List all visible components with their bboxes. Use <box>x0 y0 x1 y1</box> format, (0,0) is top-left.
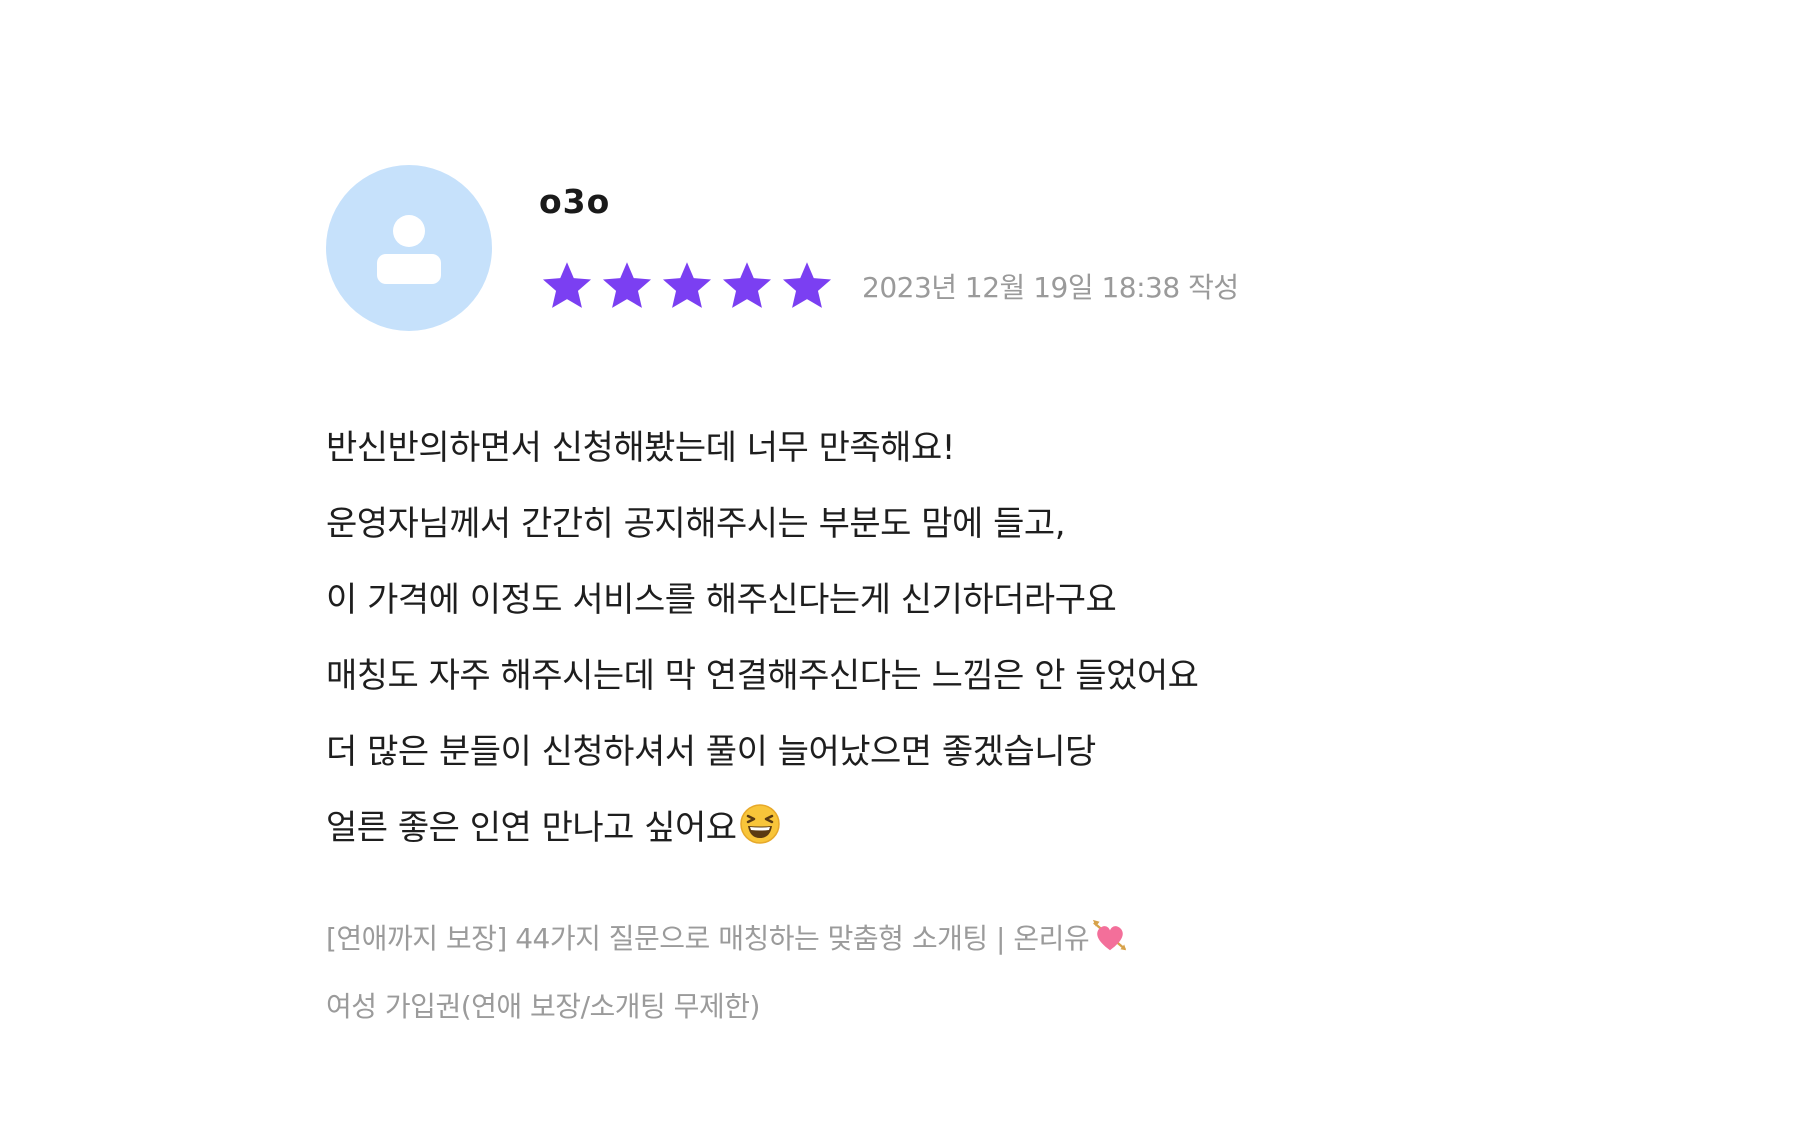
heart-with-arrow-icon <box>1093 919 1127 951</box>
grinning-squinting-face-icon <box>739 804 780 844</box>
review-text-line: 반신반의하면서 신청해봤는데 너무 만족해요! <box>326 410 1476 486</box>
rating-row: 2023년 12월 19일 18:38 작성 <box>538 258 1239 314</box>
product-info: [연애까지 보장] 44가지 질문으로 매칭하는 맞춤형 소개팅 | 온리유 여… <box>326 905 1476 1041</box>
review-text: 반신반의하면서 신청해봤는데 너무 만족해요! <box>326 428 955 468</box>
review-body: 반신반의하면서 신청해봤는데 너무 만족해요! 운영자님께서 간간히 공지해주시는… <box>326 410 1476 866</box>
review-text: 매칭도 자주 해주시는데 막 연결해주신다는 느낌은 안 들었어요 <box>326 656 1199 696</box>
review-text: 얼른 좋은 인연 만나고 싶어요 <box>326 808 737 848</box>
product-title-text: [연애까지 보장] 44가지 질문으로 매칭하는 맞춤형 소개팅 | 온리유 <box>326 922 1090 955</box>
review-text-line: 이 가격에 이정도 서비스를 해주신다는게 신기하더라구요 <box>326 562 1476 638</box>
review-text-line: 운영자님께서 간간히 공지해주시는 부분도 맘에 들고, <box>326 486 1476 562</box>
review-text: 이 가격에 이정도 서비스를 해주신다는게 신기하더라구요 <box>326 580 1117 620</box>
product-option: 여성 가입권(연애 보장/소개팅 무제한) <box>326 990 760 1023</box>
review-date: 2023년 12월 19일 18:38 작성 <box>862 271 1239 304</box>
star-icon <box>662 262 712 308</box>
user-icon <box>377 215 441 284</box>
star-icon <box>722 262 772 308</box>
review-text: 더 많은 분들이 신청하셔서 풀이 늘어났으면 좋겠습니당 <box>326 732 1096 772</box>
author-name: o3o <box>539 182 611 221</box>
review-text-line: 매칭도 자주 해주시는데 막 연결해주신다는 느낌은 안 들었어요 <box>326 638 1476 714</box>
product-title[interactable]: [연애까지 보장] 44가지 질문으로 매칭하는 맞춤형 소개팅 | 온리유 <box>326 905 1476 973</box>
review-text-line: 더 많은 분들이 신청하셔서 풀이 늘어났으면 좋겠습니당 <box>326 714 1476 790</box>
star-icon <box>782 262 832 308</box>
star-rating <box>538 258 836 314</box>
avatar <box>326 165 492 331</box>
star-icon <box>542 262 592 308</box>
review-text-line: 얼른 좋은 인연 만나고 싶어요 <box>326 790 1476 866</box>
review-text: 운영자님께서 간간히 공지해주시는 부분도 맘에 들고, <box>326 504 1066 544</box>
star-icon <box>602 262 652 308</box>
